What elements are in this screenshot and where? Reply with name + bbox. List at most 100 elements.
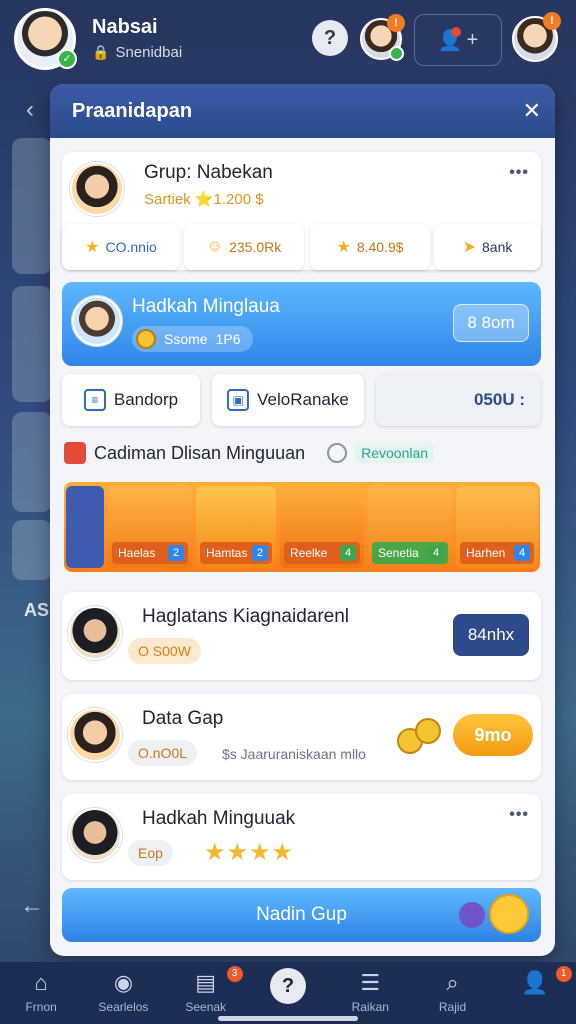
- profile-avatar[interactable]: !: [512, 12, 561, 62]
- nav-list[interactable]: ☰ Raikan: [329, 962, 411, 1024]
- nav-label: Searlelos: [98, 1000, 149, 1014]
- top-bar: ✓ Nabsai 🔒 Snenidbai ? ! 👤 + !: [0, 0, 576, 82]
- stat-button[interactable]: ➤ 8ank: [434, 224, 541, 270]
- reward-label: Hamtas 2: [200, 542, 272, 564]
- modal-header: Praanidapan ✕: [50, 84, 555, 138]
- group-card: Grup: Nabekan Sartiek ⭐1.200 $ ••• ★ CO.…: [62, 152, 541, 270]
- help-icon: ?: [269, 968, 306, 1004]
- add-friend-button[interactable]: 👤 +: [414, 14, 502, 66]
- box-button[interactable]: ▣ VeloRanake: [212, 374, 364, 426]
- weekly-rewards-heading: Cadiman Dlisan Minguuan Revoonlan: [64, 442, 435, 464]
- background-card: [12, 138, 52, 274]
- reward-tile[interactable]: Senetia 4: [368, 486, 452, 568]
- list-icon: ☰: [360, 970, 381, 995]
- challenge-title: Hadkah Minglaua: [132, 296, 280, 317]
- emoji-icon: [489, 894, 529, 934]
- nav-profile[interactable]: 👤 1: [494, 962, 576, 1024]
- friend-avatar[interactable]: !: [360, 14, 405, 61]
- member-avatar: [68, 808, 122, 862]
- help-button[interactable]: ?: [312, 20, 348, 56]
- more-icon[interactable]: •••: [509, 164, 529, 182]
- more-icon[interactable]: •••: [509, 806, 529, 824]
- left-arrow-icon[interactable]: ←: [20, 892, 44, 920]
- notification-badge: !: [387, 14, 405, 32]
- section-link[interactable]: Revoonlan: [355, 443, 435, 463]
- nav-badge: 1: [555, 966, 572, 982]
- member-avatar: [68, 606, 122, 660]
- coins-icon: [397, 716, 445, 756]
- nav-label: Rajid: [438, 1000, 467, 1014]
- message-icon: ≡: [83, 389, 106, 411]
- member-card[interactable]: Haglatans Kiagnaidarenl O S00W 84nhx: [62, 592, 541, 680]
- group-subtitle: Sartiek ⭐1.200 $: [144, 191, 264, 208]
- coins-tile: [66, 486, 104, 568]
- nav-help[interactable]: ?: [247, 962, 329, 1024]
- modal-title: Praanidapan: [72, 99, 193, 122]
- online-icon: [389, 46, 404, 61]
- star-icon: ★: [85, 239, 100, 256]
- member-card[interactable]: Data Gap O.nO0L $s Jaaruraniskaan mllo 9…: [62, 694, 541, 780]
- plus-icon: +: [466, 28, 479, 51]
- join-group-button[interactable]: Nadin Gup: [62, 888, 541, 942]
- group-modal: Praanidapan ✕ Grup: Nabekan Sartiek ⭐1.2…: [50, 84, 555, 956]
- verified-icon: ✓: [57, 49, 77, 69]
- nav-search[interactable]: ◉ Searlelos: [82, 962, 164, 1024]
- reward-tile[interactable]: Reelke 4: [280, 486, 364, 568]
- reward-tile[interactable]: Hamtas 2: [196, 486, 276, 568]
- search-icon: ⌕: [446, 970, 459, 995]
- weekly-challenge-card[interactable]: Hadkah Minglaua Ssome 1P6 8 8om: [62, 282, 541, 366]
- rating-stars-icon: ★★★★: [204, 839, 295, 866]
- box-icon: ▣: [227, 389, 250, 411]
- home-icon: ⌂: [34, 970, 48, 995]
- amount-selector[interactable]: 050U :: [376, 374, 541, 426]
- background-card: [12, 412, 52, 512]
- points-unit: 1P6: [215, 331, 241, 347]
- user-status-text: Snenidbai: [115, 44, 183, 61]
- member-name: Hadkah Minguuak: [142, 808, 296, 829]
- stat-button[interactable]: ★ 8.40.9$: [310, 224, 430, 270]
- stat-button[interactable]: ★ CO.nnio: [62, 224, 180, 270]
- challenge-action-button[interactable]: 8 8om: [453, 304, 529, 342]
- member-card[interactable]: Hadkah Minguuak Eop ★★★★ •••: [62, 794, 541, 880]
- reward-tile[interactable]: Harhen 4: [456, 486, 538, 568]
- lock-icon: 🔒: [92, 44, 110, 60]
- broadcast-button[interactable]: ≡ Bandorp: [62, 374, 200, 426]
- amount-value: 050U :: [473, 390, 525, 409]
- challenge-avatar: [72, 296, 122, 346]
- stat-label: 8ank: [482, 239, 513, 255]
- nav-home[interactable]: ⌂ Frnon: [0, 962, 82, 1024]
- box-label: VeloRanake: [257, 390, 349, 409]
- nav-badge: 3: [226, 966, 243, 982]
- nav-label: Frnon: [25, 1000, 57, 1014]
- reward-tile[interactable]: Haelas 2: [108, 486, 192, 568]
- stat-label: 8.40.9$: [356, 239, 404, 255]
- star-icon: ★: [336, 239, 351, 256]
- nav-label: Seenak: [185, 1000, 227, 1014]
- stat-button[interactable]: ☺ 235.0Rk: [184, 224, 304, 270]
- nav-store[interactable]: ▤ 3 Seenak: [165, 962, 247, 1024]
- close-icon[interactable]: ✕: [523, 98, 541, 124]
- member-avatar: [68, 708, 122, 762]
- section-title: Cadiman Dlisan Minguuan: [94, 442, 306, 463]
- globe-icon: ◉: [113, 970, 134, 995]
- nav-find[interactable]: ⌕ Rajid: [411, 962, 493, 1024]
- send-icon: ➤: [462, 239, 477, 256]
- reward-label: Reelke 4: [284, 542, 360, 564]
- member-action-button[interactable]: 84nhx: [453, 614, 529, 656]
- alert-dot-icon: [451, 27, 461, 37]
- member-chip: O S00W: [128, 638, 201, 664]
- member-chip: Eop: [128, 840, 173, 866]
- challenge-points: Ssome 1P6: [132, 326, 253, 352]
- reward-label: Haelas 2: [112, 542, 188, 564]
- profile-icon: 👤: [521, 970, 549, 995]
- reward-label: Senetia 4: [372, 542, 448, 564]
- coin-icon: [136, 329, 156, 349]
- group-avatar: [70, 162, 124, 216]
- member-reward-button[interactable]: 9mo: [453, 714, 533, 756]
- refresh-icon[interactable]: [327, 443, 348, 463]
- user-avatar[interactable]: ✓: [14, 8, 77, 70]
- rewards-icon: [64, 442, 86, 464]
- background-card: [12, 520, 52, 580]
- points-value: Ssome: [164, 331, 208, 347]
- back-arrow-icon[interactable]: ‹: [26, 96, 34, 124]
